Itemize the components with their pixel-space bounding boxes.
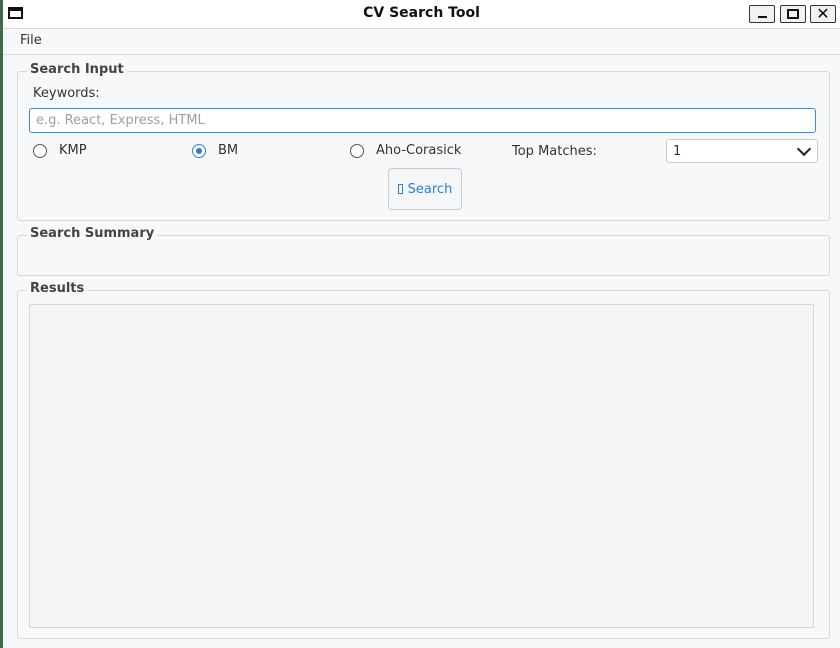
radio-kmp-label[interactable]: KMP [59, 143, 87, 158]
search-button-label: Search [407, 181, 453, 197]
app-window: CV Search Tool ✕ File Search Input Keywo… [0, 0, 840, 648]
radio-kmp[interactable]: KMP [33, 143, 87, 158]
top-matches-label: Top Matches: [512, 144, 597, 159]
results-group: Results [17, 281, 830, 639]
radio-aho-corasick-indicator[interactable] [350, 143, 364, 158]
minimize-icon [758, 16, 767, 18]
radio-bm[interactable]: BM [192, 143, 238, 158]
search-summary-group-title: Search Summary [27, 226, 158, 241]
maximize-icon [787, 9, 799, 19]
close-button[interactable]: ✕ [810, 4, 836, 23]
keywords-input[interactable] [29, 108, 816, 133]
top-matches-value: 1 [673, 144, 682, 159]
search-input-group: Search Input Keywords: KMP BM Aho-Corasi… [17, 62, 830, 221]
chevron-down-icon[interactable] [796, 141, 812, 157]
radio-bm-label[interactable]: BM [218, 143, 238, 158]
radio-aho-corasick-label[interactable]: Aho-Corasick [376, 143, 461, 158]
radio-aho-corasick[interactable]: Aho-Corasick [350, 143, 461, 158]
close-icon: ✕ [816, 4, 830, 23]
radio-kmp-indicator[interactable] [33, 143, 47, 158]
menu-bar: File [3, 29, 840, 55]
search-button[interactable]: Search [388, 168, 462, 210]
minimize-button[interactable] [749, 5, 775, 23]
missing-glyph-icon [397, 184, 403, 194]
search-input-group-title: Search Input [27, 62, 127, 77]
title-bar[interactable]: CV Search Tool ✕ [3, 0, 840, 29]
maximize-button[interactable] [780, 5, 806, 23]
search-summary-group: Search Summary [17, 226, 830, 276]
keywords-label: Keywords: [33, 86, 100, 101]
radio-bm-indicator[interactable] [192, 143, 206, 158]
top-matches-select[interactable]: 1 [666, 139, 818, 163]
window-title: CV Search Tool [363, 5, 480, 21]
menu-file[interactable]: File [20, 33, 42, 48]
results-group-title: Results [27, 281, 88, 296]
results-area[interactable] [29, 304, 814, 628]
